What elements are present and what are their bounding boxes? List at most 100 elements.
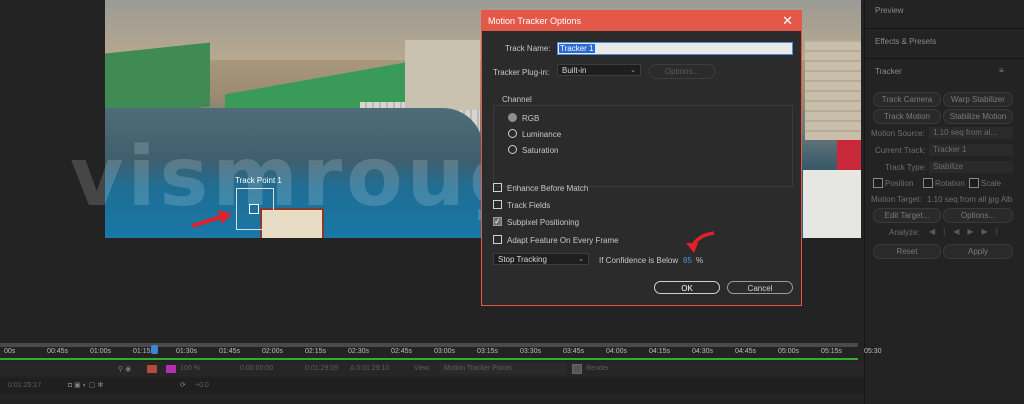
ruler-tick: 03:15s [477, 348, 499, 355]
ruler-tick: 03:00s [434, 348, 456, 355]
view-select[interactable]: Motion Tracker Points [440, 363, 566, 374]
ruler-tick: 02:30s [348, 348, 370, 355]
panel-divider [865, 58, 1024, 59]
motion-target-value: 1.10 seq from all jpg Alb [927, 195, 1013, 204]
zoom-value[interactable]: 100 % [180, 365, 200, 372]
track-type-select[interactable]: Stabilize [929, 161, 1013, 173]
track-motion-button[interactable]: Track Motion [873, 109, 941, 124]
dialog-title: Motion Tracker Options [488, 16, 582, 26]
ruler-tick: 04:45s [735, 348, 757, 355]
ruler-tick: 02:15s [305, 348, 327, 355]
stabilize-motion-button[interactable]: Stabilize Motion [943, 109, 1013, 124]
panel-menu-icon[interactable]: ≡ [999, 66, 1004, 75]
layer-color-swatch-2 [166, 365, 176, 373]
apply-button[interactable]: Apply [943, 244, 1013, 259]
radio-luminance-label: Luminance [522, 130, 562, 139]
chevron-down-icon: ⌄ [630, 67, 636, 74]
motion-tracker-options-dialog: Motion Tracker Options ✕ Track Name: Tra… [481, 10, 802, 306]
tracker-plugin-select[interactable]: Built-in ⌄ [557, 64, 641, 76]
adapt-feature-checkbox[interactable] [493, 235, 502, 244]
radio-saturation-label: Saturation [522, 146, 559, 155]
rotation-checkbox[interactable] [923, 178, 933, 188]
right-panel: Preview Effects & Presets Tracker ≡ Trac… [864, 0, 1024, 404]
ruler-tick: 01:45s [219, 348, 241, 355]
scene-green-tarp-left [105, 42, 210, 118]
track-name-input[interactable]: Tracker 1 [557, 42, 793, 55]
stop-tracking-value: Stop Tracking [498, 255, 547, 264]
analyze-label: Analyze: [889, 228, 920, 237]
time-duration[interactable]: Δ 0:01:29:10 [350, 365, 389, 372]
current-time-display[interactable]: 0:01:25:17 [8, 382, 41, 389]
render-label: Render [586, 365, 609, 372]
red-arrow-icon [686, 231, 715, 253]
enhance-before-match-checkbox[interactable] [493, 183, 502, 192]
panel-divider [865, 28, 1024, 29]
dialog-title-bar[interactable]: Motion Tracker Options ✕ [482, 11, 801, 31]
track-name-label: Track Name: [505, 44, 551, 53]
scale-checkbox[interactable] [969, 178, 979, 188]
tracker-plugin-value: Built-in [562, 66, 587, 75]
ruler-tick: 04:30s [692, 348, 714, 355]
track-point-feature-region[interactable] [249, 204, 259, 214]
track-camera-button[interactable]: Track Camera [873, 92, 941, 107]
radio-luminance[interactable] [508, 129, 517, 138]
radio-rgb[interactable] [508, 113, 517, 122]
stop-tracking-select[interactable]: Stop Tracking ⌄ [493, 253, 589, 265]
effects-panel-title[interactable]: Effects & Presets [875, 37, 936, 46]
cancel-button[interactable]: Cancel [727, 281, 793, 294]
position-label: Position [885, 179, 914, 188]
ruler-tick: 04:00s [606, 348, 628, 355]
current-time-indicator[interactable] [151, 345, 158, 354]
plugin-options-button[interactable]: Options... [649, 64, 715, 79]
ruler-tick: 05:30 [864, 348, 882, 355]
tracker-panel-title[interactable]: Tracker [875, 67, 902, 76]
track-fields-label: Track Fields [507, 201, 551, 210]
scene-right-building [805, 40, 861, 140]
ruler-tick: 03:45s [563, 348, 585, 355]
exposure-offset[interactable]: +0.0 [195, 382, 209, 389]
ruler-tick: 05:00s [778, 348, 800, 355]
ruler-tick: 00:45s [47, 348, 69, 355]
snapshot-icon[interactable]: ◘ ▣ ◐ ▢ ✻ [68, 381, 103, 389]
preview-panel-title[interactable]: Preview [875, 6, 903, 15]
time-start[interactable]: 0:00:00:00 [240, 365, 273, 372]
radio-saturation[interactable] [508, 145, 517, 154]
subpixel-positioning-checkbox[interactable]: ✓ [493, 217, 502, 226]
radio-rgb-label: RGB [522, 114, 540, 123]
position-checkbox[interactable] [873, 178, 883, 188]
tracker-options-button[interactable]: Options... [943, 208, 1013, 223]
time-ruler[interactable]: 00s 00:45s 01:00s 01:15s 01:30s 01:45s 02:00s 0… [0, 340, 882, 360]
time-end[interactable]: 0:01:29:09 [305, 365, 338, 372]
motion-source-select[interactable]: 1.10 seq from al... [929, 127, 1013, 139]
track-type-label: Track Type: [885, 163, 927, 172]
reset-button[interactable]: Reset [873, 244, 941, 259]
track-name-selected-text: Tracker 1 [559, 44, 595, 53]
ok-button[interactable]: OK [654, 281, 720, 294]
track-point-label: Track Point 1 [235, 176, 282, 185]
render-checkbox[interactable] [572, 364, 582, 374]
analyze-controls-icon[interactable]: ◀|◀▶▶| [929, 227, 1006, 236]
current-track-label: Current Track: [875, 146, 926, 155]
viewer-footer: 0:01:25:17 ◘ ▣ ◐ ▢ ✻ ⟳ +0.0 [0, 378, 864, 394]
track-fields-checkbox[interactable] [493, 200, 502, 209]
ruler-tick: 02:45s [391, 348, 413, 355]
motion-target-label: Motion Target: [871, 195, 922, 204]
ruler-tick: 03:30s [520, 348, 542, 355]
ruler-tick: 05:15s [821, 348, 843, 355]
chevron-down-icon: ⌄ [578, 256, 584, 263]
ruler-tick: 04:15s [649, 348, 671, 355]
adapt-feature-label: Adapt Feature On Every Frame [507, 236, 619, 245]
layer-row[interactable]: ⚲ ◉ 100 % 0:00:00:00 0:01:29:09 Δ 0:01:2… [0, 362, 864, 376]
edit-target-button[interactable]: Edit Target... [873, 208, 941, 223]
layer-switches-icon[interactable]: ⚲ ◉ [118, 365, 131, 373]
close-icon[interactable]: ✕ [782, 13, 793, 29]
ruler-tick: 01:30s [176, 348, 198, 355]
tracker-plugin-label: Tracker Plug-in: [493, 68, 550, 77]
motion-source-label: Motion Source: [871, 129, 925, 138]
confidence-unit: % [696, 256, 704, 265]
confidence-value[interactable]: 85 [683, 256, 692, 265]
warp-stabilizer-button[interactable]: Warp Stabilizer [943, 92, 1013, 107]
ruler-tick: 02:00s [262, 348, 284, 355]
offset-icon[interactable]: ⟳ [180, 381, 186, 389]
current-track-select[interactable]: Tracker 1 [929, 144, 1013, 156]
